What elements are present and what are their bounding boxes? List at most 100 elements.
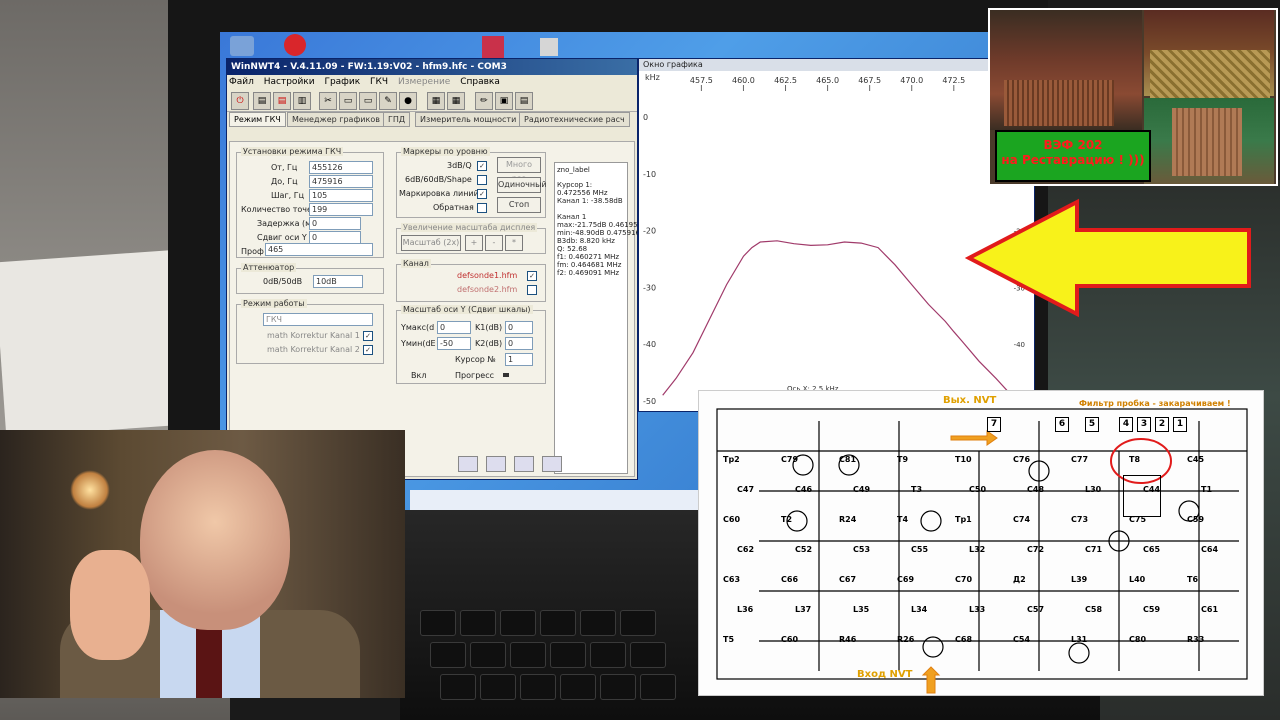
y-tick-label: -10 [643, 170, 656, 179]
schematic-coil-l30 [1123, 475, 1161, 517]
markers-group: Маркеры по уровню 3dB/Q ✓ 6dB/60dB/Shape… [396, 147, 547, 218]
tools-icon[interactable]: ✂ [319, 92, 337, 110]
info-line: min:-48.90dB 0.475916M [557, 229, 647, 237]
single-sweep-button[interactable]: Одиночный [497, 177, 547, 193]
marker-3db-label: 3dB/Q [447, 161, 472, 170]
zoom-minus-button[interactable]: - [485, 235, 503, 251]
cursor-select[interactable]: 1 [505, 353, 533, 366]
schematic-ref-label: T2 [781, 515, 793, 524]
schematic-ref-label: Тр1 [955, 515, 972, 524]
schematic-ref-label: C67 [839, 575, 857, 584]
marker-6db-checkbox[interactable] [477, 175, 487, 185]
linux-icon[interactable]: ● [399, 92, 417, 110]
menu-sweep[interactable]: ГКЧ [370, 77, 388, 87]
points-field[interactable]: 199 [309, 203, 373, 216]
schematic-ref-label: L33 [969, 605, 986, 614]
channel2-checkbox[interactable] [527, 285, 537, 295]
print-icon[interactable]: ▤ [253, 92, 271, 110]
k2-field[interactable]: 0 [505, 337, 533, 350]
marker-inverse-checkbox[interactable] [477, 203, 487, 213]
taskbar-icon[interactable] [486, 456, 506, 472]
markers-title: Маркеры по уровню [401, 147, 490, 156]
marker-3db-checkbox[interactable]: ✓ [477, 161, 487, 171]
menu-help[interactable]: Справка [460, 77, 500, 87]
schematic-ref-label: L36 [737, 605, 754, 614]
step-field[interactable]: 105 [309, 189, 373, 202]
schematic-ref-label: C71 [1085, 545, 1103, 554]
print-red-icon[interactable]: ▤ [273, 92, 291, 110]
ymax-field[interactable]: 0 [437, 321, 471, 334]
x-tick-label: 465.0 [816, 76, 839, 85]
zoom-scale-button[interactable]: Масштаб (2x) [401, 235, 461, 251]
x-tick-label: 470.0 [900, 76, 923, 85]
math-kanal1-checkbox[interactable]: ✓ [363, 331, 373, 341]
tab-power-meter[interactable]: Измеритель мощности [415, 112, 522, 127]
to-field[interactable]: 475916 [309, 175, 373, 188]
stop-icon[interactable]: ⏻ [231, 92, 249, 110]
delay-field[interactable]: 0 [309, 217, 361, 230]
tab-sweep[interactable]: Режим ГКЧ [229, 112, 286, 127]
schematic-ref-label: Т3 [911, 485, 923, 494]
app-generic-icon[interactable] [540, 38, 558, 56]
menu-settings[interactable]: Настройки [264, 77, 315, 87]
pencil-icon[interactable]: ✏ [475, 92, 493, 110]
attenuator-select[interactable]: 10dB [313, 275, 363, 288]
schematic-ref-label: L37 [795, 605, 812, 614]
math-kanal2-checkbox[interactable]: ✓ [363, 345, 373, 355]
schematic-filter-label: Фильтр пробка - закарачиваем ! [1079, 399, 1231, 408]
folder-icon[interactable]: ▭ [339, 92, 357, 110]
taskbar-icon[interactable] [458, 456, 478, 472]
chart1-icon[interactable]: ▦ [427, 92, 445, 110]
schematic-pin: 2 [1155, 417, 1169, 432]
tab-graph-manager[interactable]: Менеджер графиков [287, 112, 385, 127]
menu-measure[interactable]: Измерение [398, 77, 450, 87]
tab-vfo[interactable]: ГПД [383, 112, 411, 127]
note-icon[interactable]: ▭ [359, 92, 377, 110]
continuous-sweep-button[interactable]: Много раз [497, 157, 541, 183]
disk-icon[interactable]: ▣ [495, 92, 513, 110]
ymin-field[interactable]: -50 [437, 337, 471, 350]
menu-graph[interactable]: График [324, 77, 360, 87]
schematic-ref-label: Т6 [1187, 575, 1199, 584]
schematic-ref-label: C81 [839, 455, 857, 464]
recycle-bin-icon[interactable] [230, 36, 254, 56]
app-cube-icon[interactable] [482, 36, 504, 58]
info-line: Канал 1: -38.58dB [557, 197, 623, 205]
tab-rf-calc[interactable]: Радиотехнические расч [519, 112, 630, 127]
zoom-reset-button[interactable]: * [505, 235, 523, 251]
window-title: WinNWT4 - V.4.11.09 - FW:1.19:V02 - hfm9… [227, 59, 637, 75]
grid-icon[interactable]: ▤ [515, 92, 533, 110]
schematic-ref-label: Тр2 [723, 455, 740, 464]
panel-body: Установки режима ГКЧ От, Гц 455126 До, Г… [229, 141, 648, 477]
winnwt-window: WinNWT4 - V.4.11.09 - FW:1.19:V02 - hfm9… [226, 58, 648, 480]
marker-lines-checkbox[interactable]: ✓ [477, 189, 487, 199]
save-icon[interactable]: ▥ [293, 92, 311, 110]
schematic-ref-label: L31 [1071, 635, 1088, 644]
k1-field[interactable]: 0 [505, 321, 533, 334]
stop-button[interactable]: Стоп [497, 197, 541, 213]
menu-file[interactable]: Файл [229, 77, 254, 87]
from-field[interactable]: 455126 [309, 161, 373, 174]
mode-title: Режим работы [241, 299, 307, 308]
schematic-out-label: Вых. NVT [943, 395, 997, 406]
schematic-ref-label: L35 [853, 605, 870, 614]
response-trace [662, 240, 1012, 396]
profile-select[interactable]: 465 [265, 243, 373, 256]
tab-bar: Режим ГКЧ Менеджер графиков ГПД Измерите… [227, 112, 637, 127]
pen-icon[interactable]: ✎ [379, 92, 397, 110]
zoom-plus-button[interactable]: + [465, 235, 483, 251]
taskbar-icon[interactable] [542, 456, 562, 472]
app-red-icon[interactable] [284, 34, 306, 56]
schematic-ref-label: C77 [1071, 455, 1089, 464]
schematic-ref-label: C69 [897, 575, 915, 584]
schematic-ref-label: C73 [1071, 515, 1089, 524]
schematic-ref-label: C44 [1143, 485, 1161, 494]
schematic-ref-label: C74 [1013, 515, 1031, 524]
chart2-icon[interactable]: ▦ [447, 92, 465, 110]
ymin-label: Yмин(dE [401, 339, 436, 348]
channel1-checkbox[interactable]: ✓ [527, 271, 537, 281]
schematic-ref-label: C76 [1013, 455, 1031, 464]
taskbar-icon[interactable] [514, 456, 534, 472]
mode-select[interactable]: ГКЧ [263, 313, 373, 326]
y-tick-label: -50 [643, 397, 656, 406]
